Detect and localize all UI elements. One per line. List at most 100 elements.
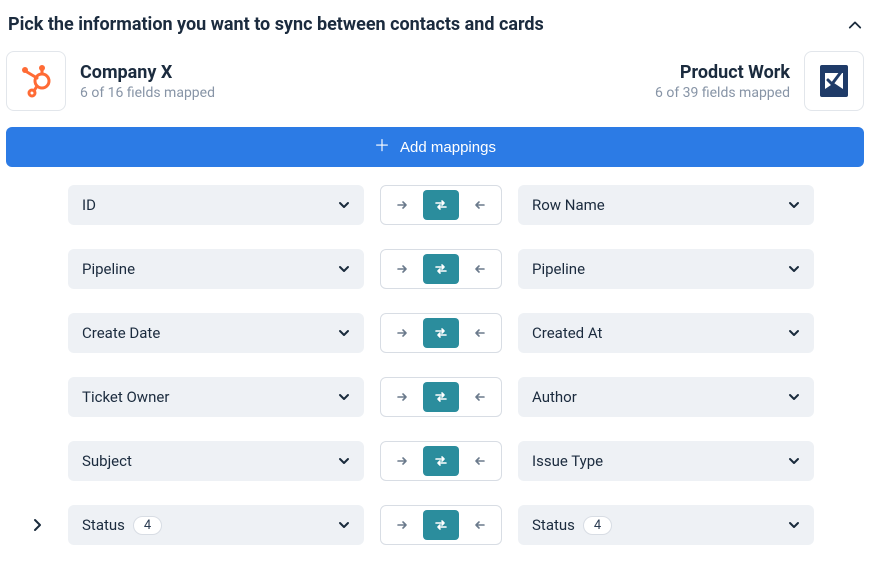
right-app-block: Product Work 6 of 39 fields mapped xyxy=(655,51,864,111)
chevron-down-icon xyxy=(338,199,350,211)
field-badge: 4 xyxy=(133,516,162,535)
collapse-toggle[interactable] xyxy=(848,18,862,32)
arrow-both-icon xyxy=(433,389,449,405)
chevron-down-icon xyxy=(338,327,350,339)
field-label: Status xyxy=(82,516,125,534)
add-mappings-label: Add mappings xyxy=(400,139,496,156)
arrow-right-icon xyxy=(395,390,409,404)
direction-toggle xyxy=(380,249,502,289)
right-app-subtitle: 6 of 39 fields mapped xyxy=(655,85,790,101)
field-label: Subject xyxy=(82,452,132,470)
plus-icon: ＋ xyxy=(374,139,390,155)
direction-left-button[interactable] xyxy=(459,314,501,352)
chevron-down-icon xyxy=(788,519,800,531)
direction-right-button[interactable] xyxy=(381,314,423,352)
right-field-select[interactable]: Row Name xyxy=(518,185,814,225)
chevron-down-icon xyxy=(338,519,350,531)
page-title: Pick the information you want to sync be… xyxy=(8,14,544,35)
chevron-down-icon xyxy=(788,199,800,211)
direction-right-button[interactable] xyxy=(381,378,423,416)
left-field-select[interactable]: Ticket Owner xyxy=(68,377,364,417)
chevron-up-icon xyxy=(848,18,862,32)
left-field-select[interactable]: Create Date xyxy=(68,313,364,353)
mapping-row: Ticket Owner Author xyxy=(6,377,864,417)
direction-right-button[interactable] xyxy=(381,442,423,480)
arrow-both-icon xyxy=(433,517,449,533)
right-field-select[interactable]: Pipeline xyxy=(518,249,814,289)
arrow-left-icon xyxy=(473,262,487,276)
expand-row-button[interactable] xyxy=(30,518,44,532)
arrow-left-icon xyxy=(473,454,487,468)
chevron-down-icon xyxy=(788,391,800,403)
field-label: Status xyxy=(532,516,575,534)
check-shield-icon xyxy=(814,61,854,101)
arrow-both-icon xyxy=(433,453,449,469)
chevron-down-icon xyxy=(788,455,800,467)
direction-left-button[interactable] xyxy=(459,506,501,544)
right-field-select[interactable]: Author xyxy=(518,377,814,417)
arrow-left-icon xyxy=(473,518,487,532)
direction-toggle xyxy=(380,377,502,417)
direction-both-button[interactable] xyxy=(423,446,459,476)
left-field-select[interactable]: Pipeline xyxy=(68,249,364,289)
arrow-right-icon xyxy=(395,262,409,276)
direction-both-button[interactable] xyxy=(423,510,459,540)
chevron-down-icon xyxy=(338,455,350,467)
mapping-row: Pipeline Pipeline xyxy=(6,249,864,289)
direction-left-button[interactable] xyxy=(459,442,501,480)
right-field-select[interactable]: Issue Type xyxy=(518,441,814,481)
field-badge: 4 xyxy=(583,516,612,535)
right-app-name: Product Work xyxy=(655,62,790,83)
left-app-logo xyxy=(6,51,66,111)
field-label: Author xyxy=(532,388,577,406)
arrow-right-icon xyxy=(395,454,409,468)
direction-left-button[interactable] xyxy=(459,378,501,416)
field-label: Created At xyxy=(532,324,602,342)
hubspot-icon xyxy=(18,63,54,99)
arrow-both-icon xyxy=(433,197,449,213)
field-label: Ticket Owner xyxy=(82,388,169,406)
field-label: Pipeline xyxy=(532,260,585,278)
left-app-name: Company X xyxy=(80,62,215,83)
mapping-row: ID Row Name xyxy=(6,185,864,225)
direction-right-button[interactable] xyxy=(381,250,423,288)
left-app-subtitle: 6 of 16 fields mapped xyxy=(80,85,215,101)
left-field-select[interactable]: Status 4 xyxy=(68,505,364,545)
direction-both-button[interactable] xyxy=(423,382,459,412)
field-label: Create Date xyxy=(82,324,160,342)
chevron-down-icon xyxy=(788,327,800,339)
direction-right-button[interactable] xyxy=(381,506,423,544)
chevron-down-icon xyxy=(788,263,800,275)
chevron-right-icon xyxy=(30,518,44,532)
left-app-block: Company X 6 of 16 fields mapped xyxy=(6,51,215,111)
arrow-right-icon xyxy=(395,326,409,340)
direction-toggle xyxy=(380,441,502,481)
add-mappings-button[interactable]: ＋ Add mappings xyxy=(6,127,864,167)
direction-toggle xyxy=(380,505,502,545)
arrow-right-icon xyxy=(395,198,409,212)
arrow-both-icon xyxy=(433,325,449,341)
right-field-select[interactable]: Status 4 xyxy=(518,505,814,545)
arrow-both-icon xyxy=(433,261,449,277)
direction-left-button[interactable] xyxy=(459,186,501,224)
field-label: Issue Type xyxy=(532,452,603,470)
chevron-down-icon xyxy=(338,391,350,403)
direction-left-button[interactable] xyxy=(459,250,501,288)
direction-both-button[interactable] xyxy=(423,190,459,220)
right-field-select[interactable]: Created At xyxy=(518,313,814,353)
direction-toggle xyxy=(380,185,502,225)
direction-toggle xyxy=(380,313,502,353)
chevron-down-icon xyxy=(338,263,350,275)
left-field-select[interactable]: ID xyxy=(68,185,364,225)
field-label: ID xyxy=(82,196,96,214)
arrow-left-icon xyxy=(473,198,487,212)
direction-right-button[interactable] xyxy=(381,186,423,224)
left-field-select[interactable]: Subject xyxy=(68,441,364,481)
field-label: Row Name xyxy=(532,196,605,214)
direction-both-button[interactable] xyxy=(423,318,459,348)
arrow-left-icon xyxy=(473,326,487,340)
direction-both-button[interactable] xyxy=(423,254,459,284)
arrow-left-icon xyxy=(473,390,487,404)
right-app-logo xyxy=(804,51,864,111)
arrow-right-icon xyxy=(395,518,409,532)
